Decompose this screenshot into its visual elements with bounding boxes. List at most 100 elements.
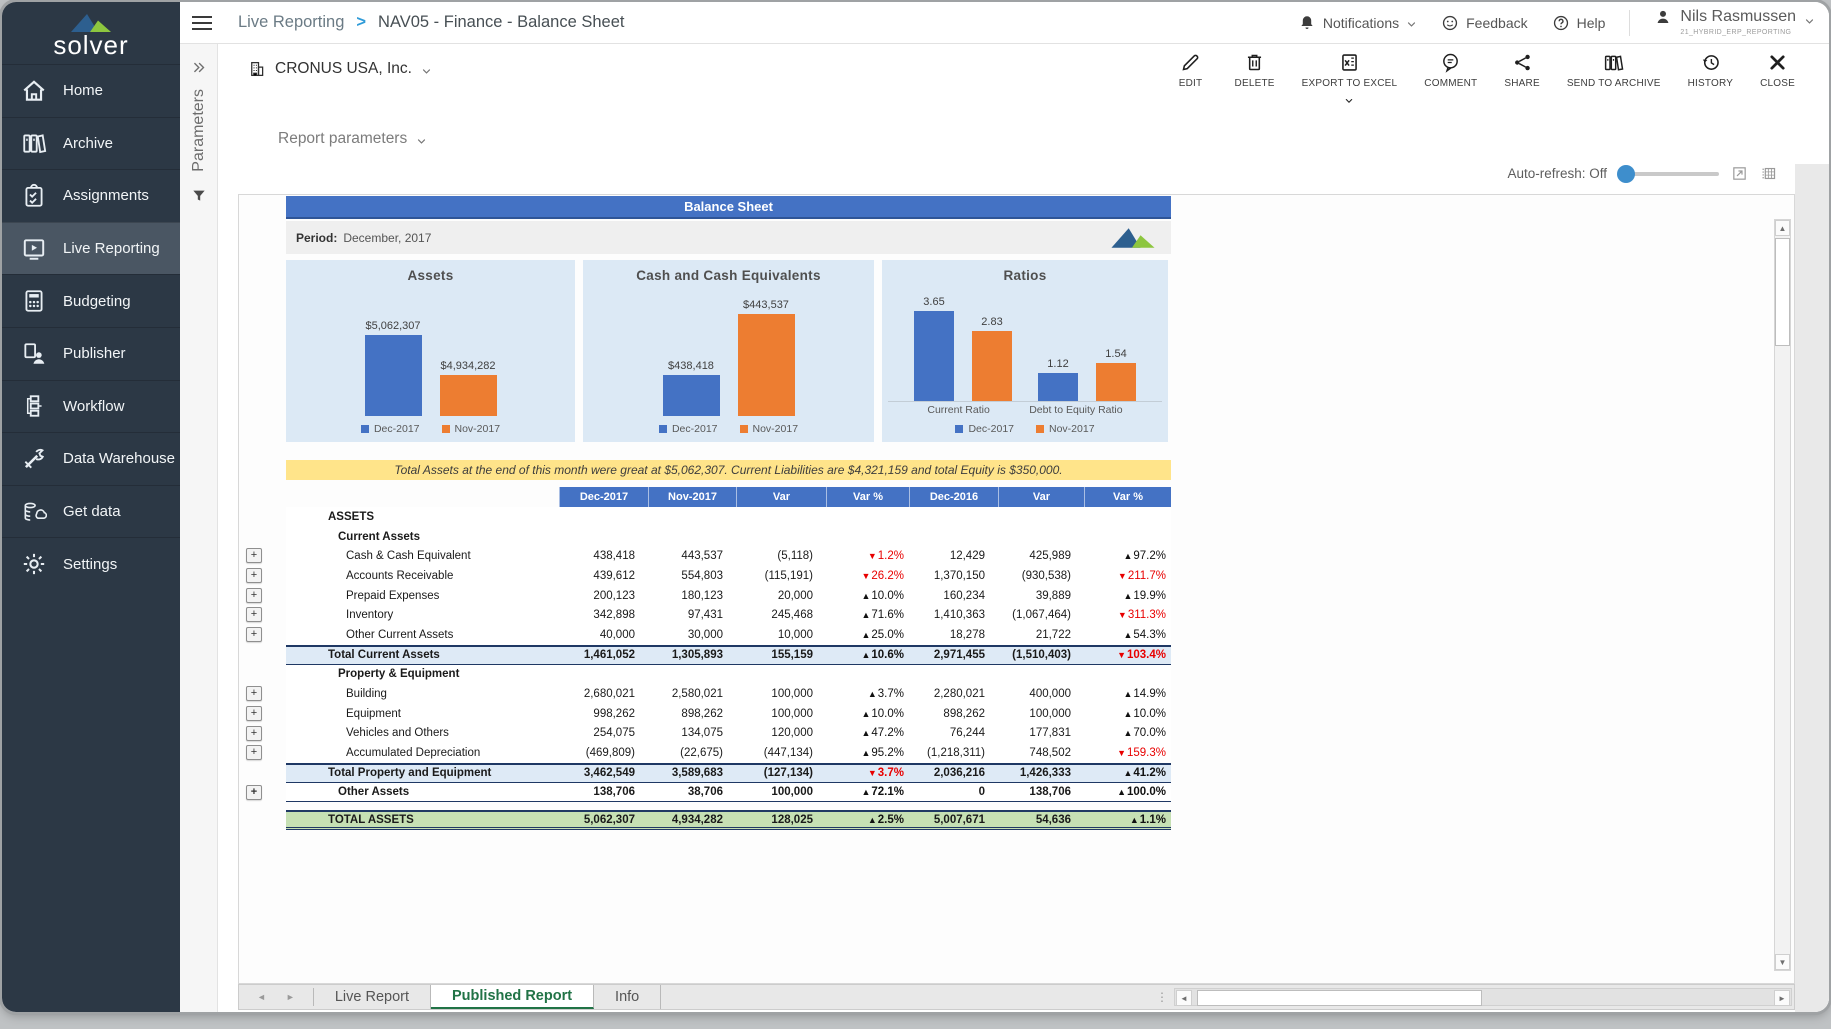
sidebar-item-publisher[interactable]: Publisher bbox=[2, 327, 180, 380]
parameters-label[interactable]: Parameters bbox=[190, 89, 208, 172]
delete-button[interactable]: DELETE bbox=[1235, 52, 1275, 89]
triangle-down-icon: ▼ bbox=[861, 571, 870, 581]
triangle-up-icon: ▲ bbox=[861, 709, 870, 719]
expand-row-button[interactable]: + bbox=[246, 588, 262, 603]
sidebar-item-budgeting[interactable]: Budgeting bbox=[2, 274, 180, 327]
chevron-down-icon bbox=[1406, 17, 1417, 28]
export-to-excel-button[interactable]: EXPORT TO EXCEL bbox=[1302, 52, 1398, 103]
percent-value: 100.0% bbox=[1127, 786, 1166, 798]
legend-item: Dec-2017 bbox=[955, 423, 1014, 435]
popout-icon[interactable] bbox=[1731, 165, 1748, 182]
chevron-down-icon bbox=[421, 64, 432, 75]
splitter-handle[interactable]: ⋮ bbox=[1150, 985, 1174, 1009]
user-menu[interactable]: Nils Rasmussen 21_Hybrid_ERP_Reporting bbox=[1654, 8, 1815, 37]
expand-row-button[interactable]: + bbox=[246, 627, 262, 642]
row-label: Prepaid Expenses bbox=[286, 590, 559, 602]
row-label: Accounts Receivable bbox=[286, 570, 559, 582]
row-label: Inventory bbox=[286, 609, 559, 621]
legend-label: Dec-2017 bbox=[374, 423, 420, 435]
expand-row-button[interactable]: + bbox=[246, 607, 262, 622]
percent-value: 10.0% bbox=[1133, 708, 1166, 720]
sidebar-item-assignments[interactable]: Assignments bbox=[2, 169, 180, 222]
percent-value: 1.1% bbox=[1140, 814, 1166, 826]
tab-info[interactable]: Info bbox=[594, 985, 661, 1009]
feedback-label: Feedback bbox=[1466, 15, 1527, 31]
tab-published-report[interactable]: Published Report bbox=[431, 985, 594, 1009]
chart-title: Assets bbox=[292, 268, 569, 283]
cell: 898,262 bbox=[909, 708, 998, 720]
legend-label: Nov-2017 bbox=[455, 423, 501, 435]
cell: 2,680,021 bbox=[559, 688, 648, 700]
publisher-icon bbox=[21, 341, 47, 367]
percent-value: 311.3% bbox=[1128, 609, 1166, 621]
expand-row-button[interactable]: + bbox=[246, 745, 262, 760]
percent-value: 97.2% bbox=[1133, 550, 1166, 562]
page-title: NAV05 - Finance - Balance Sheet bbox=[378, 13, 624, 32]
horizontal-scroll-thumb[interactable] bbox=[1197, 990, 1482, 1006]
slider-knob[interactable] bbox=[1617, 165, 1635, 183]
sidebar-item-data-warehouse[interactable]: Data Warehouse bbox=[2, 432, 180, 485]
expand-row-button[interactable]: + bbox=[246, 726, 262, 741]
cell: (469,809) bbox=[559, 747, 648, 759]
share-button[interactable]: SHARE bbox=[1504, 52, 1539, 89]
topbar: Live Reporting > NAV05 - Finance - Balan… bbox=[180, 2, 1829, 44]
sidebar-item-settings[interactable]: Settings bbox=[2, 537, 180, 590]
expand-row-button[interactable]: + bbox=[246, 548, 262, 563]
send-to-archive-button[interactable]: SEND TO ARCHIVE bbox=[1567, 52, 1661, 89]
grid-view-icon[interactable] bbox=[1760, 165, 1777, 182]
vertical-scroll-thumb[interactable] bbox=[1775, 238, 1790, 346]
table-row-accounts-receivable: +Accounts Receivable439,612554,803(115,1… bbox=[286, 566, 1171, 586]
feedback-button[interactable]: Feedback bbox=[1441, 14, 1527, 32]
expand-panel-icon[interactable] bbox=[191, 60, 206, 75]
cell: 342,898 bbox=[559, 609, 648, 621]
scroll-left-button[interactable]: ◄ bbox=[1176, 990, 1192, 1006]
sidebar-item-get-data[interactable]: Get data bbox=[2, 485, 180, 538]
scroll-right-button[interactable]: ► bbox=[1774, 990, 1790, 1006]
main-content: CRONUS USA, Inc. EDIT DELETE EXPORT TO EXC… bbox=[218, 44, 1829, 1012]
report-parameters-toggle[interactable]: Report parameters bbox=[278, 130, 427, 148]
tab-live-report[interactable]: Live Report bbox=[314, 985, 431, 1009]
auto-refresh-slider[interactable] bbox=[1619, 172, 1719, 176]
bar-nov-2017-current-ratio bbox=[972, 331, 1012, 401]
history-button[interactable]: HISTORY bbox=[1688, 52, 1734, 89]
vertical-scrollbar[interactable]: ▲ ▼ bbox=[1774, 219, 1791, 971]
hamburger-menu-icon[interactable] bbox=[192, 16, 212, 30]
row-label: Current Assets bbox=[286, 531, 559, 543]
tab-scroll-right-icon[interactable]: ► bbox=[286, 992, 295, 1002]
sidebar-item-home[interactable]: Home bbox=[2, 64, 180, 117]
sidebar-item-workflow[interactable]: Workflow bbox=[2, 380, 180, 433]
comment-button[interactable]: COMMENT bbox=[1424, 52, 1477, 89]
cell: 134,075 bbox=[648, 727, 736, 739]
cell: 100,000 bbox=[736, 688, 826, 700]
horizontal-scrollbar[interactable]: ◄ ► bbox=[1174, 988, 1792, 1006]
expand-row-button[interactable]: + bbox=[246, 686, 262, 701]
sidebar-item-archive[interactable]: Archive bbox=[2, 117, 180, 170]
help-button[interactable]: Help bbox=[1552, 14, 1606, 32]
legend-item: Nov-2017 bbox=[1036, 423, 1095, 435]
home-icon bbox=[21, 78, 47, 104]
tab-scroll-left-icon[interactable]: ◄ bbox=[257, 992, 266, 1002]
period-label: Period: bbox=[296, 231, 337, 245]
percent-value: 95.2% bbox=[871, 747, 904, 759]
scroll-up-button[interactable]: ▲ bbox=[1775, 220, 1790, 236]
expand-row-button[interactable]: + bbox=[246, 568, 262, 583]
sidebar-item-live-reporting[interactable]: Live Reporting bbox=[2, 222, 180, 275]
cell: 20,000 bbox=[736, 590, 826, 602]
breadcrumb-section[interactable]: Live Reporting bbox=[238, 13, 344, 32]
cell: 200,123 bbox=[559, 590, 648, 602]
table-row-vehicles-and-others: +Vehicles and Others254,075134,075120,00… bbox=[286, 724, 1171, 744]
user-icon bbox=[1654, 8, 1672, 26]
scroll-down-button[interactable]: ▼ bbox=[1775, 954, 1790, 970]
archive-icon bbox=[21, 130, 47, 156]
table-spacer bbox=[286, 802, 1171, 810]
close-button[interactable]: CLOSE bbox=[1760, 52, 1795, 89]
company-selector[interactable]: CRONUS USA, Inc. bbox=[248, 60, 432, 78]
filter-icon[interactable] bbox=[191, 188, 207, 204]
expand-row-button[interactable]: + bbox=[246, 785, 262, 800]
cell: 21,722 bbox=[998, 629, 1084, 641]
cell: 128,025 bbox=[736, 814, 826, 826]
triangle-up-icon: ▲ bbox=[1123, 768, 1132, 778]
notifications-button[interactable]: Notifications bbox=[1298, 14, 1417, 32]
edit-button[interactable]: EDIT bbox=[1174, 52, 1208, 89]
expand-row-button[interactable]: + bbox=[246, 706, 262, 721]
